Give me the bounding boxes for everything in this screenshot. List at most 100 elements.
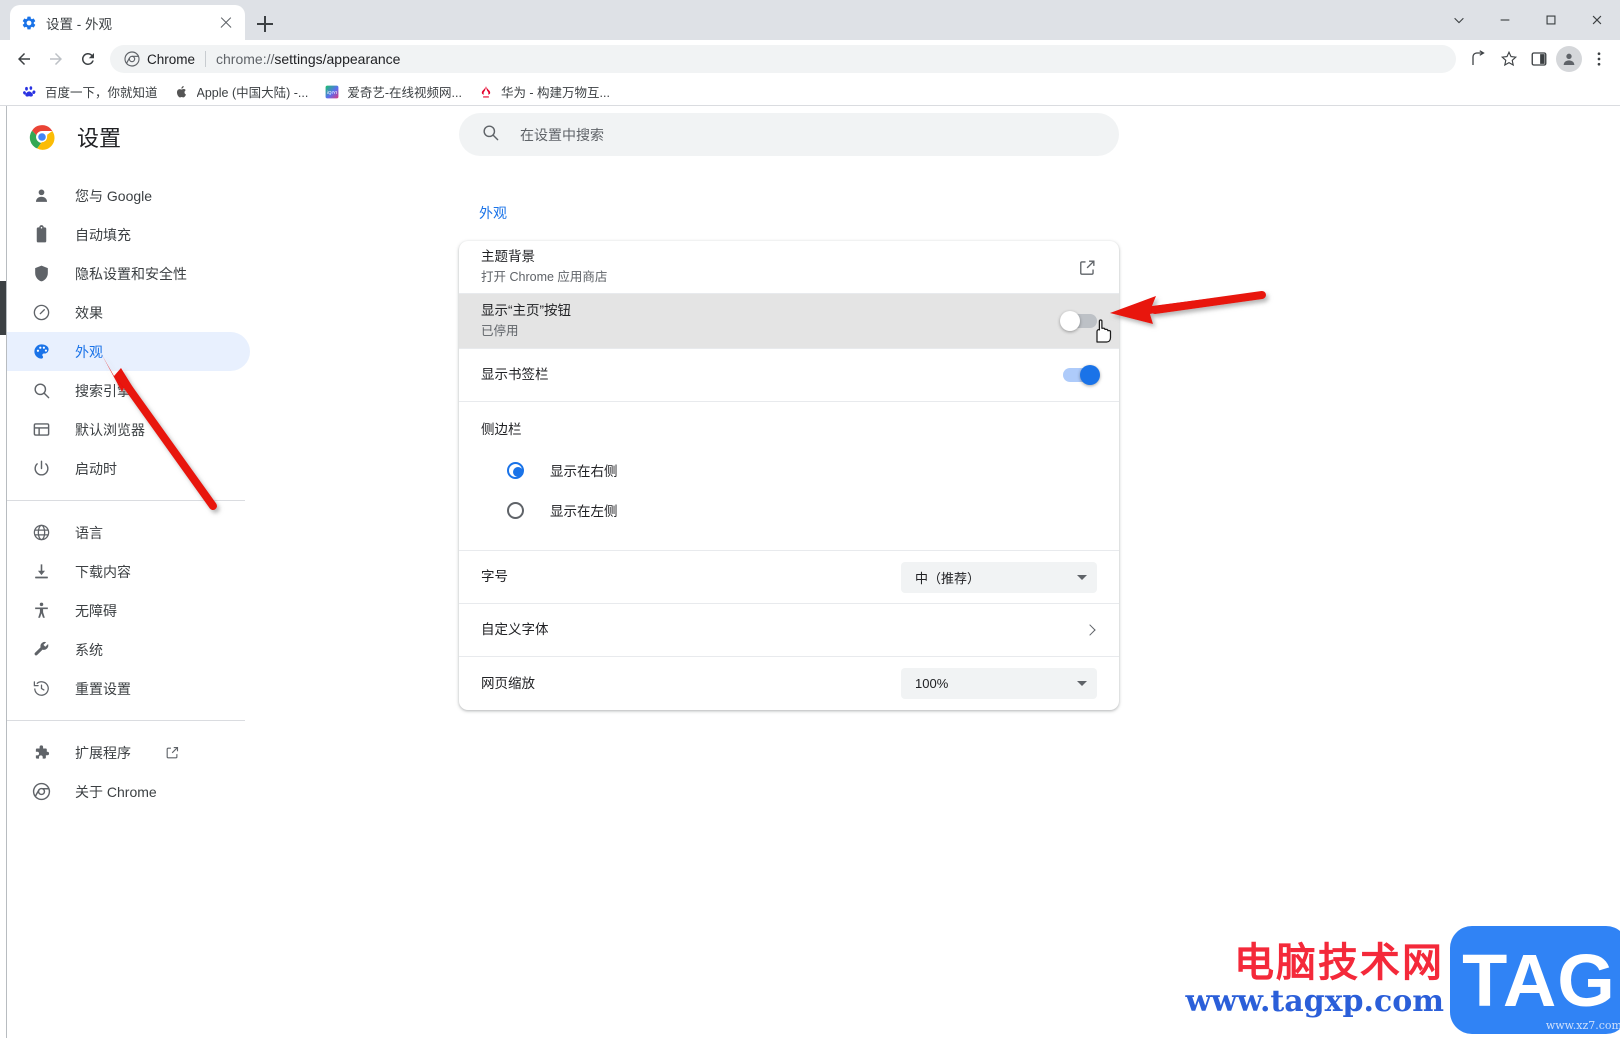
bookmark-item[interactable]: iQIYI 爱奇艺-在线视频网... — [316, 79, 470, 104]
row-title: 字号 — [481, 569, 508, 584]
clipboard-icon — [31, 225, 51, 245]
row-font-size[interactable]: 字号 中（推荐） — [459, 551, 1119, 604]
site-watermark: 电脑技术网 www.tagxp.com TAG www.xz7.com — [1185, 926, 1620, 1034]
toggle-knob — [1080, 365, 1100, 385]
wrench-icon — [31, 640, 51, 660]
share-icon[interactable] — [1464, 44, 1494, 74]
row-title: 网页缩放 — [481, 675, 535, 691]
row-page-zoom[interactable]: 网页缩放 100% — [459, 657, 1119, 710]
apple-favicon — [174, 84, 190, 100]
sidebar-item-about-chrome[interactable]: 关于 Chrome — [7, 772, 250, 811]
maximize-icon[interactable] — [1528, 0, 1574, 40]
browser-tab[interactable]: 设置 - 外观 — [10, 5, 245, 40]
sidebar-item-label: 无障碍 — [75, 602, 117, 619]
show-home-button-toggle[interactable] — [1060, 311, 1097, 331]
radio-show-on-left[interactable]: 显示在左侧 — [481, 490, 1097, 530]
font-size-select[interactable]: 中（推荐） — [901, 561, 1097, 593]
search-icon — [31, 381, 51, 401]
row-title: 显示“主页”按钮 — [481, 303, 571, 318]
chrome-menu-icon[interactable] — [1584, 44, 1614, 74]
sidebar-item-search-engine[interactable]: 搜索引擎 — [7, 371, 250, 410]
page-zoom-select[interactable]: 100% — [901, 668, 1097, 699]
radio-label: 显示在左侧 — [550, 504, 618, 519]
watermark-badge-sub: www.xz7.com — [1545, 1019, 1620, 1032]
sidebar-item-privacy-security[interactable]: 隐私设置和安全性 — [7, 254, 250, 293]
chrome-chip: Chrome — [124, 51, 195, 67]
sidebar-item-accessibility[interactable]: 无障碍 — [7, 591, 250, 630]
sidebar-item-languages[interactable]: 语言 — [7, 513, 250, 552]
back-button[interactable] — [8, 43, 40, 75]
row-customize-fonts[interactable]: 自定义字体 — [459, 604, 1119, 657]
omnibox-divider — [205, 51, 207, 67]
chrome-chip-label: Chrome — [147, 51, 196, 67]
row-show-bookmarks-bar[interactable]: 显示书签栏 — [459, 349, 1119, 402]
puzzle-icon — [31, 743, 51, 763]
row-theme[interactable]: 主题背景 打开 Chrome 应用商店 — [459, 241, 1119, 294]
sidebar-item-autofill[interactable]: 自动填充 — [7, 215, 250, 254]
toggle-knob — [1060, 311, 1080, 331]
profile-avatar[interactable] — [1554, 44, 1584, 74]
row-subtitle: 打开 Chrome 应用商店 — [481, 270, 608, 284]
sidebar-item-label: 下载内容 — [75, 563, 131, 580]
chrome-logo — [29, 124, 55, 150]
bookmark-star-icon[interactable] — [1494, 44, 1524, 74]
sidebar-divider-2 — [7, 720, 245, 721]
sidebar-item-label: 默认浏览器 — [75, 421, 145, 438]
close-window-icon[interactable] — [1574, 0, 1620, 40]
svg-text:iQIYI: iQIYI — [327, 89, 337, 94]
page-zoom-value: 100% — [915, 676, 949, 691]
sidebar-item-reset-settings[interactable]: 重置设置 — [7, 669, 250, 708]
tab-strip: 设置 - 外观 — [0, 0, 1620, 40]
row-show-home-button[interactable]: 显示“主页”按钮 已停用 — [459, 294, 1119, 349]
side-panel-icon[interactable] — [1524, 44, 1554, 74]
font-size-value: 中（推荐） — [915, 570, 981, 586]
window-controls — [1436, 0, 1620, 40]
sidebar-item-label: 效果 — [75, 304, 103, 321]
search-input[interactable]: 在设置中搜索 — [459, 113, 1119, 156]
address-bar[interactable]: Chrome chrome://settings/appearance — [110, 45, 1456, 73]
bookmark-label: Apple (中国大陆) -... — [196, 86, 309, 100]
power-icon — [31, 459, 51, 479]
bookmark-label: 爱奇艺-在线视频网... — [347, 86, 462, 100]
iqiyi-favicon: iQIYI — [324, 84, 340, 100]
history-restore-icon — [31, 679, 51, 699]
show-bookmarks-bar-toggle[interactable] — [1063, 365, 1100, 385]
sidebar-item-label: 自动填充 — [75, 226, 131, 243]
sidebar-item-label: 您与 Google — [75, 187, 153, 204]
sidebar-item-performance[interactable]: 效果 — [7, 293, 250, 332]
sidebar-item-extensions[interactable]: 扩展程序 — [7, 733, 250, 772]
bookmark-item[interactable]: 百度一下，你就知道 — [14, 79, 166, 104]
chrome-outline-icon — [31, 782, 51, 802]
url-path: settings/appearance — [274, 51, 401, 67]
bookmark-label: 华为 - 构建万物互... — [500, 86, 610, 100]
reload-button[interactable] — [72, 43, 104, 75]
bookmark-item[interactable]: 华为 - 构建万物互... — [470, 79, 618, 104]
sidebar-group-primary: 您与 Google 自动填充 隐私设置和安全性 效果 外观 搜索引擎 默认浏览器… — [7, 168, 250, 488]
close-icon[interactable] — [217, 14, 235, 32]
chevron-down-icon[interactable] — [1436, 0, 1482, 40]
sidebar-item-you-and-google[interactable]: 您与 Google — [7, 176, 250, 215]
sidebar-item-downloads[interactable]: 下载内容 — [7, 552, 250, 591]
external-link-icon[interactable] — [1078, 258, 1097, 277]
sidebar-item-default-browser[interactable]: 默认浏览器 — [7, 410, 250, 449]
browser-window: 设置 - 外观 Chrome chrome://settings/appeara… — [0, 0, 1620, 1038]
radio-button[interactable] — [507, 501, 524, 519]
section-heading: 外观 — [479, 205, 507, 221]
sidebar-item-label: 隐私设置和安全性 — [75, 265, 187, 282]
sidebar-item-appearance[interactable]: 外观 — [7, 332, 250, 371]
sidebar-item-label: 重置设置 — [75, 680, 131, 697]
sidebar-item-label: 关于 Chrome — [75, 783, 157, 800]
chevron-right-icon[interactable] — [1084, 624, 1096, 636]
external-link-icon[interactable] — [165, 745, 181, 761]
bookmark-item[interactable]: Apple (中国大陆) -... — [166, 79, 317, 104]
minimize-icon[interactable] — [1482, 0, 1528, 40]
side-panel-group: 侧边栏 显示在右侧 显示在左侧 — [459, 402, 1119, 551]
sidebar-item-on-startup[interactable]: 启动时 — [7, 449, 250, 488]
sidebar-item-system[interactable]: 系统 — [7, 630, 250, 669]
chevron-down-icon — [1077, 574, 1087, 580]
settings-brand: 设置 — [7, 106, 250, 168]
radio-button[interactable] — [507, 461, 524, 479]
radio-show-on-right[interactable]: 显示在右侧 — [481, 450, 1097, 490]
forward-button[interactable] — [40, 43, 72, 75]
new-tab-button[interactable] — [251, 10, 279, 38]
